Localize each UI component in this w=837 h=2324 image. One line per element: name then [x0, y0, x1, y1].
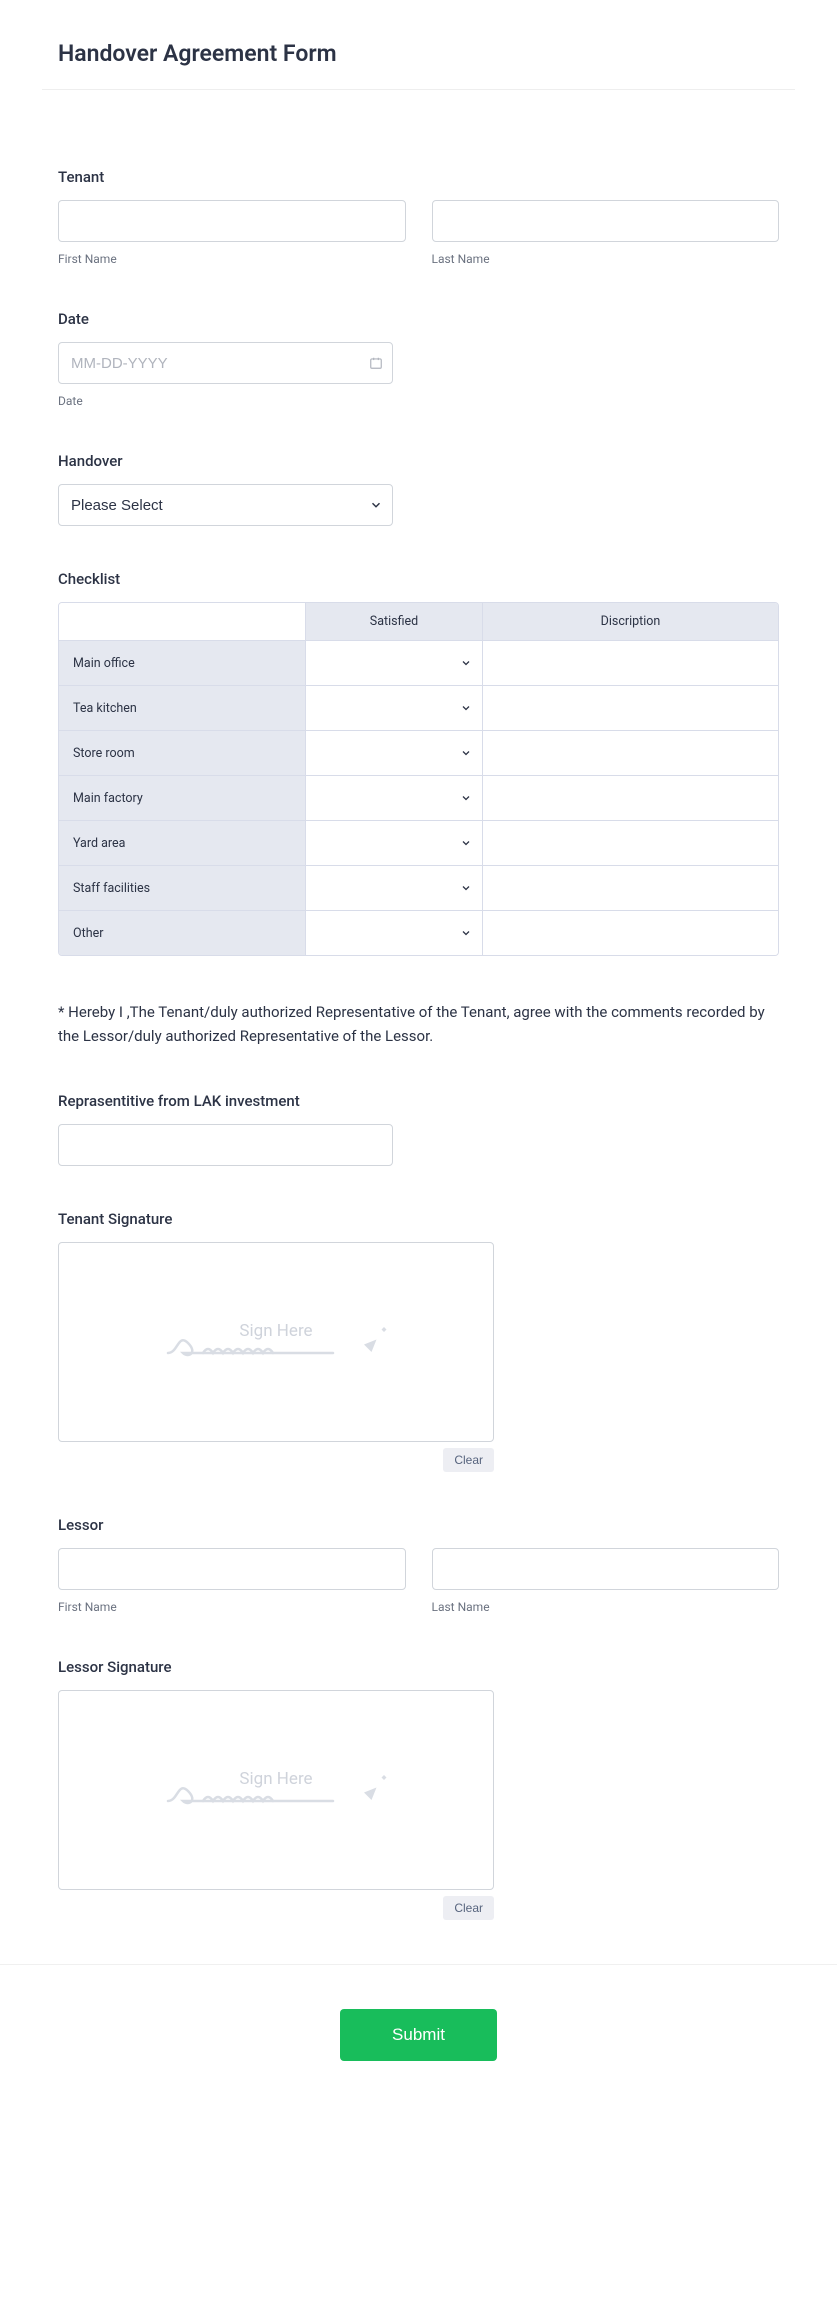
row-label: Store room [59, 731, 306, 776]
row-label: Main office [59, 641, 306, 686]
lessor-sig-label: Lessor Signature [58, 1658, 779, 1676]
pen-nib-icon [359, 1327, 389, 1357]
tenant-sig-clear-button[interactable]: Clear [443, 1448, 494, 1472]
tenant-last-sub: Last Name [432, 252, 780, 266]
satisfied-select[interactable] [306, 776, 482, 820]
checklist-label: Checklist [58, 570, 779, 588]
row-label: Yard area [59, 821, 306, 866]
lessor-label: Lessor [58, 1516, 779, 1534]
chevron-down-icon [460, 702, 472, 714]
col-satisfied: Satisfied [306, 603, 483, 641]
row-label: Staff facilities [59, 866, 306, 911]
date-sub: Date [58, 394, 393, 408]
lessor-signature-pad[interactable]: Sign Here [58, 1690, 494, 1890]
row-label: Other [59, 911, 306, 955]
description-input[interactable] [483, 911, 778, 955]
date-input[interactable] [58, 342, 393, 384]
handover-label: Handover [58, 452, 779, 470]
tenant-first-sub: First Name [58, 252, 406, 266]
row-label: Main factory [59, 776, 306, 821]
submit-button[interactable]: Submit [340, 2009, 497, 2061]
tenant-label: Tenant [58, 168, 779, 186]
handover-select[interactable] [58, 484, 393, 526]
sign-here-text: Sign Here [239, 1321, 312, 1341]
satisfied-select[interactable] [306, 641, 482, 685]
description-input[interactable] [483, 641, 778, 685]
description-input[interactable] [483, 776, 778, 820]
rep-label: Reprasentitive from LAK investment [58, 1092, 779, 1110]
chevron-down-icon [460, 747, 472, 759]
sign-here-text: Sign Here [239, 1769, 312, 1789]
description-input[interactable] [483, 731, 778, 775]
satisfied-select[interactable] [306, 866, 482, 910]
col-description: Discription [483, 603, 778, 641]
satisfied-select[interactable] [306, 821, 482, 865]
agreement-text: * Hereby I ,The Tenant/duly authorized R… [58, 1000, 779, 1048]
chevron-down-icon [460, 882, 472, 894]
description-input[interactable] [483, 686, 778, 730]
date-label: Date [58, 310, 779, 328]
chevron-down-icon [460, 657, 472, 669]
checklist-table: Satisfied Discription Main office Tea ki… [58, 602, 779, 956]
tenant-last-name[interactable] [432, 200, 780, 242]
chevron-down-icon [460, 837, 472, 849]
divider [42, 89, 795, 90]
description-input[interactable] [483, 866, 778, 910]
lessor-sig-clear-button[interactable]: Clear [443, 1896, 494, 1920]
lessor-last-name[interactable] [432, 1548, 780, 1590]
chevron-down-icon [460, 792, 472, 804]
satisfied-select[interactable] [306, 731, 482, 775]
tenant-first-name[interactable] [58, 200, 406, 242]
satisfied-select[interactable] [306, 911, 482, 955]
page-title: Handover Agreement Form [0, 0, 837, 67]
lessor-first-sub: First Name [58, 1600, 406, 1614]
chevron-down-icon [460, 927, 472, 939]
row-label: Tea kitchen [59, 686, 306, 731]
lessor-first-name[interactable] [58, 1548, 406, 1590]
satisfied-select[interactable] [306, 686, 482, 730]
rep-input[interactable] [58, 1124, 393, 1166]
pen-nib-icon [359, 1775, 389, 1805]
lessor-last-sub: Last Name [432, 1600, 780, 1614]
calendar-icon [369, 356, 383, 370]
tenant-signature-pad[interactable]: Sign Here [58, 1242, 494, 1442]
tenant-sig-label: Tenant Signature [58, 1210, 779, 1228]
description-input[interactable] [483, 821, 778, 865]
